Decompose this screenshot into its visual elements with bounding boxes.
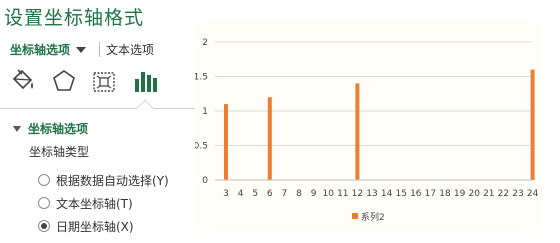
y-tick-label: 1.5 — [195, 73, 208, 83]
gridlines — [215, 41, 532, 146]
x-tick-label: 15 — [395, 189, 406, 199]
legend-label: 系列2 — [361, 211, 385, 223]
icon-row-divider — [0, 108, 196, 109]
y-tick-label: 1 — [202, 107, 208, 117]
format-axis-pane: 设置坐标轴格式 坐标轴选项 文本选项 坐标轴选项 坐标轴类型 根据数据自动选择(… — [0, 0, 196, 243]
y-tick-label: 0.5 — [195, 142, 208, 152]
radio-auto-select-label: 根据数据自动选择(Y) — [56, 174, 169, 188]
tab-axis-options-label: 坐标轴选项 — [10, 43, 71, 57]
radio-date-axis-circle[interactable] — [38, 220, 50, 232]
legend[interactable]: 系列2 — [352, 211, 385, 223]
radio-auto-select[interactable]: 根据数据自动选择(Y) — [38, 172, 169, 188]
axis-type-label: 坐标轴类型 — [29, 145, 90, 159]
tab-axis-options[interactable]: 坐标轴选项 — [10, 41, 87, 58]
pane-tabs: 坐标轴选项 文本选项 — [0, 41, 196, 59]
bars — [224, 69, 535, 180]
radio-text-axis[interactable]: 文本坐标轴(T) — [38, 195, 133, 211]
legend-swatch — [352, 213, 358, 219]
bar-3[interactable] — [224, 104, 228, 180]
x-tick-label: 3 — [223, 189, 229, 199]
x-tick-label: 11 — [337, 189, 348, 199]
x-tick-label: 16 — [410, 189, 422, 199]
bar-12[interactable] — [355, 83, 360, 180]
selected-icon-pointer — [136, 99, 154, 117]
section-axis-options[interactable]: 坐标轴选项 — [13, 120, 88, 137]
effects-pentagon-icon[interactable] — [49, 66, 79, 98]
x-tick-label: 9 — [311, 189, 317, 199]
radio-date-axis[interactable]: 日期坐标轴(X) — [38, 218, 134, 234]
tab-divider — [99, 42, 100, 57]
axis-options-bar-icon[interactable] — [130, 66, 160, 98]
pane-title: 设置坐标轴格式 — [4, 7, 145, 29]
x-tick-label: 24 — [527, 189, 539, 199]
x-tick-label: 17 — [425, 189, 436, 199]
x-tick-label: 13 — [366, 189, 377, 199]
x-tick-label: 5 — [252, 189, 258, 199]
collapse-triangle-icon[interactable] — [13, 126, 21, 132]
y-tick-label: 0 — [202, 176, 208, 186]
bar-24[interactable] — [530, 69, 535, 180]
x-tick-label: 4 — [238, 189, 244, 199]
radio-date-axis-label: 日期坐标轴(X) — [56, 220, 134, 234]
radio-text-axis-circle[interactable] — [38, 197, 50, 209]
bar-chart: 00.511.52 3 4 5 6 7 8 9 10 11 12 13 14 15 16 17 18 19 20 2… — [195, 38, 539, 223]
pane-icon-row — [0, 66, 196, 117]
x-tick-label: 14 — [381, 189, 393, 199]
x-tick-label: 6 — [267, 189, 273, 199]
section-axis-options-label: 坐标轴选项 — [28, 122, 89, 136]
y-tick-label: 2 — [202, 38, 208, 48]
x-tick-label: 20 — [468, 189, 480, 199]
x-tick-label: 18 — [439, 189, 451, 199]
x-tick-label: 23 — [512, 189, 523, 199]
size-properties-icon[interactable] — [89, 66, 119, 98]
x-tick-label: 21 — [483, 189, 494, 199]
bar-6[interactable] — [267, 97, 272, 180]
chart-area[interactable]: 0 0.5 1 1.5 2 3 4 5 6 7 8 9 10 11 12 13 14 15 16 17 18 19 20 2… — [195, 22, 542, 230]
chevron-down-icon[interactable] — [76, 47, 87, 53]
x-tick-label: 8 — [296, 189, 302, 199]
fill-line-icon[interactable] — [8, 66, 38, 98]
x-tick-label: 10 — [322, 189, 334, 199]
x-axis-tick-labels: 3 4 5 6 7 8 9 10 11 12 13 14 15 16 17 18 19 20 21 22 23 24 — [223, 189, 538, 199]
x-tick-label: 7 — [282, 189, 288, 199]
x-tick-label: 22 — [498, 189, 509, 199]
radio-auto-select-circle[interactable] — [38, 174, 50, 186]
y-axis-tick-labels: 0 0.5 1 1.5 2 — [195, 38, 208, 186]
x-tick-label: 12 — [352, 189, 363, 199]
x-tick-label: 19 — [454, 189, 466, 199]
radio-text-axis-label: 文本坐标轴(T) — [56, 197, 133, 211]
tab-text-options[interactable]: 文本选项 — [106, 41, 154, 58]
